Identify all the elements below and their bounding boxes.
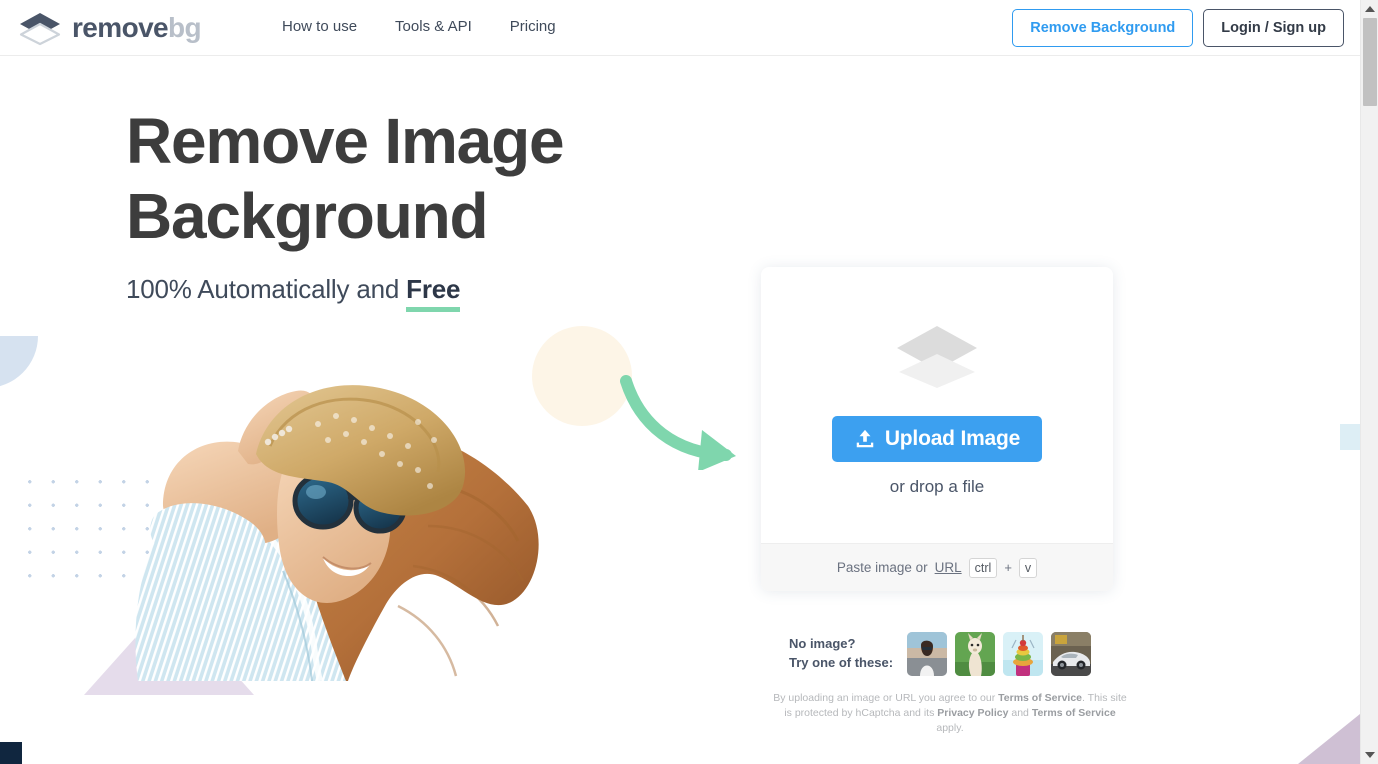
legal-part3: and (1008, 707, 1032, 720)
logo-word-bg: bg (168, 12, 202, 43)
sample-thumb-white-sports-car[interactable] (1051, 632, 1092, 676)
sample-thumb-woman-sunglasses[interactable] (907, 632, 948, 676)
nav-item-how-to-use[interactable]: How to use (282, 18, 357, 35)
hero-photo (118, 336, 548, 681)
sample-thumb-alpaca[interactable] (955, 632, 996, 676)
sample-thumbnails (907, 632, 1092, 676)
hero-title-line2: Background (126, 179, 489, 252)
key-plus: + (1004, 560, 1012, 575)
login-signup-button[interactable]: Login / Sign up (1203, 9, 1344, 47)
decor-curved-arrow-icon (620, 375, 750, 472)
legal-terms-link-1[interactable]: Terms of Service (998, 692, 1082, 704)
upload-image-button-label: Upload Image (884, 426, 1021, 450)
hero-text-block: Remove Image Background 100% Automaticall… (126, 104, 565, 312)
decor-corner-triangle-purple (1298, 714, 1360, 764)
legal-terms-link-2[interactable]: Terms of Service (1032, 707, 1116, 719)
decor-navy-square (0, 742, 22, 764)
key-v: v (1018, 557, 1038, 578)
upload-card[interactable]: Upload Image or drop a file Paste image … (761, 267, 1113, 591)
sample-thumb-colorful-toy[interactable] (1003, 632, 1044, 676)
page-viewport: Remove Image Background 100% Automaticall… (0, 0, 1360, 764)
scroll-thumb[interactable] (1363, 18, 1377, 106)
header-actions: Remove Background Login / Sign up (1012, 9, 1344, 47)
site-header: removebg How to use Tools & API Pricing … (0, 0, 1360, 56)
logo[interactable]: removebg (18, 10, 202, 46)
page-scrollbar[interactable] (1360, 0, 1378, 764)
legal-privacy-link[interactable]: Privacy Policy (937, 707, 1008, 719)
nav-item-tools-api[interactable]: Tools & API (395, 18, 472, 35)
page-root: Remove Image Background 100% Automaticall… (0, 0, 1378, 764)
scroll-up-arrow[interactable] (1361, 0, 1378, 18)
remove-background-button[interactable]: Remove Background (1012, 9, 1194, 47)
upload-dropzone[interactable]: Upload Image or drop a file (761, 267, 1113, 543)
legal-disclaimer: By uploading an image or URL you agree t… (770, 691, 1130, 737)
upload-icon (856, 429, 874, 447)
legal-part1: By uploading an image or URL you agree t… (773, 692, 999, 704)
hero-subtitle: 100% Automatically and Free (126, 273, 563, 312)
page-title: Remove Image Background (126, 104, 565, 254)
layers-stack-icon (897, 325, 977, 388)
sample-label-line1: No image? (789, 636, 856, 652)
main-nav: How to use Tools & API Pricing (282, 18, 556, 35)
logo-word-remove: remove (72, 12, 169, 43)
legal-part4: apply. (936, 722, 964, 735)
paste-url-link[interactable]: URL (935, 560, 962, 575)
hero-title-line1: Remove Image (126, 105, 565, 177)
upload-image-button[interactable]: Upload Image (831, 415, 1043, 462)
key-ctrl: ctrl (968, 557, 998, 578)
layers-logo-icon (19, 13, 61, 46)
decor-light-blue-square (1340, 424, 1360, 450)
hero-subtitle-prefix: 100% Automatically and (126, 273, 407, 304)
scroll-down-arrow[interactable] (1361, 746, 1378, 764)
paste-hint-prefix: Paste image or (836, 560, 928, 575)
nav-item-pricing[interactable]: Pricing (510, 18, 556, 35)
sample-label-line2: Try one of these: (789, 655, 894, 670)
hero-subtitle-highlight: Free (406, 273, 460, 312)
decor-quarter-circle-blue (0, 336, 38, 388)
sample-images-label: No image? Try one of these: (789, 635, 893, 673)
logo-wordmark: removebg (72, 12, 202, 43)
drop-a-file-text: or drop a file (889, 476, 985, 496)
paste-hint-bar: Paste image or URL ctrl + v (761, 543, 1113, 591)
sample-images-section: No image? Try one of these: (789, 632, 1092, 676)
